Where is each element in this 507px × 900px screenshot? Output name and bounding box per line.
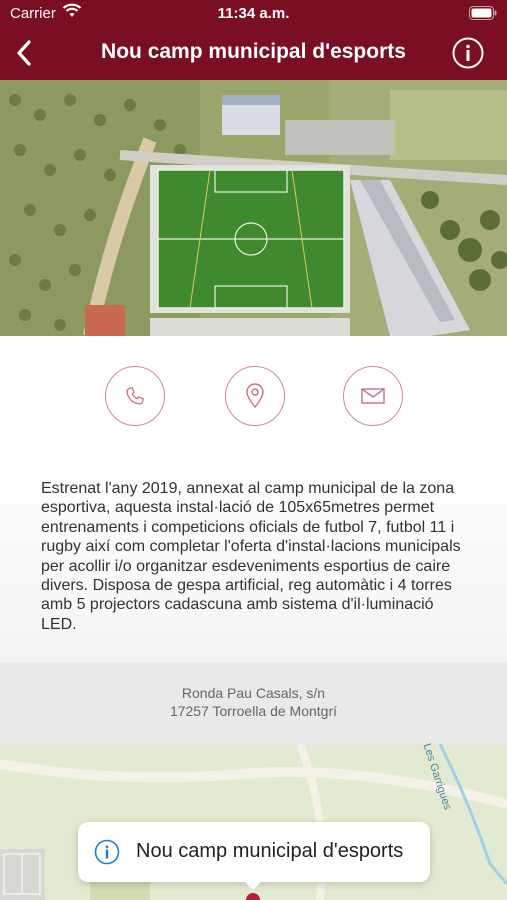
description-text: Estrenat l'any 2019, annexat al camp mun… (41, 480, 461, 633)
clock: 11:34 a.m. (217, 5, 290, 22)
location-button[interactable] (225, 366, 285, 426)
info-icon[interactable] (452, 37, 484, 69)
address-block: Ronda Pau Casals, s/n 17257 Torroella de… (0, 662, 507, 744)
email-button[interactable] (343, 366, 403, 426)
location-pin-icon (246, 383, 264, 409)
map-callout[interactable]: Nou camp municipal d'esports (78, 822, 430, 882)
info-circle-icon[interactable] (94, 839, 120, 865)
call-button[interactable] (105, 366, 165, 426)
battery-icon (469, 6, 497, 20)
map-pin-icon[interactable] (246, 893, 260, 900)
callout-title: Nou camp municipal d'esports (136, 840, 404, 862)
facility-photo (0, 80, 507, 336)
address-street: Ronda Pau Casals, s/n (181, 685, 326, 701)
description-section: Estrenat l'any 2019, annexat al camp mun… (0, 461, 507, 662)
contact-actions (0, 336, 507, 461)
navigation-bar: Nou camp municipal d'esports (0, 28, 507, 80)
back-chevron-icon[interactable] (12, 38, 38, 68)
address-city: 17257 Torroella de Montgrí (169, 703, 338, 719)
callout-pointer (243, 880, 263, 890)
status-bar: Carrier 11:34 a.m. (0, 0, 507, 28)
mail-icon (361, 388, 385, 404)
page-title: Nou camp municipal d'esports (101, 40, 406, 63)
phone-icon (126, 387, 144, 405)
